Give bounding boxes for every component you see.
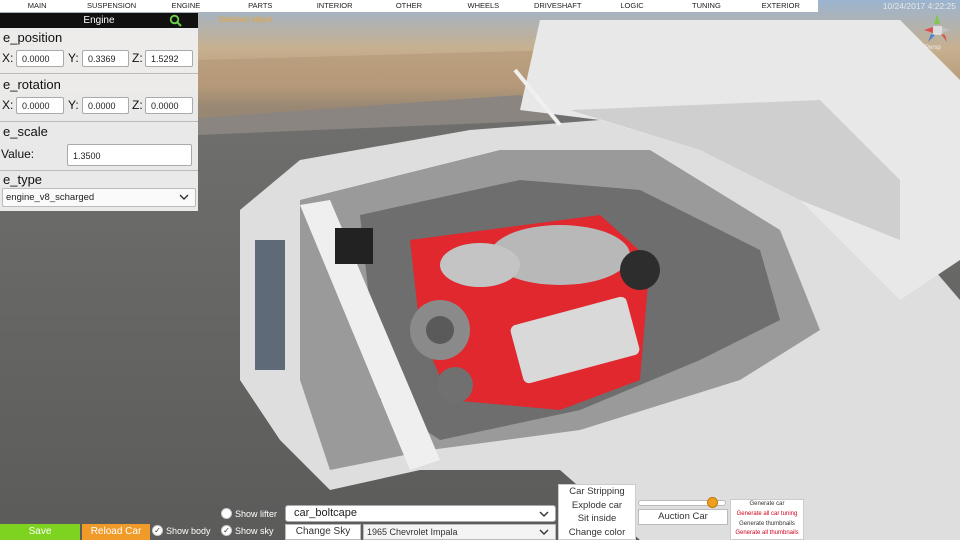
generate-all-thumbnails-button[interactable]: Generate all thumbnails bbox=[731, 529, 803, 539]
tab-exterior[interactable]: EXTERIOR bbox=[744, 0, 818, 12]
position-z-label: Z: bbox=[132, 51, 143, 65]
rotation-x-label: X: bbox=[2, 98, 14, 112]
show-sky-toggle[interactable]: ✓ Show sky bbox=[221, 525, 274, 536]
position-y-field[interactable]: 0.3369 bbox=[82, 50, 129, 67]
main-menu-bar: MAIN SUSPENSION ENGINE PARTS INTERIOR OT… bbox=[0, 0, 818, 12]
rotation-z-label: Z: bbox=[132, 98, 143, 112]
tab-suspension[interactable]: SUSPENSION bbox=[74, 0, 148, 12]
car-actions-menu: Car Stripping Explode car Sit inside Cha… bbox=[558, 484, 636, 540]
reload-car-button[interactable]: Reload Car bbox=[82, 524, 150, 540]
chevron-down-icon bbox=[539, 511, 549, 517]
show-body-label: Show body bbox=[166, 525, 211, 536]
position-y-label: Y: bbox=[68, 51, 79, 65]
selected-object-label: Selected object bbox=[218, 15, 273, 24]
generate-thumbnails-button[interactable]: Generate thumbnails bbox=[731, 520, 803, 530]
value-slider[interactable] bbox=[638, 497, 726, 508]
scale-value-field[interactable]: 1.3500 bbox=[67, 144, 192, 166]
show-lifter-label: Show lifter bbox=[235, 508, 278, 519]
change-color-button[interactable]: Change color bbox=[559, 526, 635, 540]
car-stripping-button[interactable]: Car Stripping bbox=[559, 485, 635, 499]
type-label: e_type bbox=[3, 172, 43, 187]
tab-tuning[interactable]: TUNING bbox=[669, 0, 743, 12]
scale-value-label: Value: bbox=[1, 147, 35, 161]
engine-type-dropdown[interactable]: engine_v8_scharged bbox=[2, 188, 196, 207]
generate-menu: Generate car Generate all car tuning Gen… bbox=[730, 499, 804, 540]
save-button[interactable]: Save bbox=[0, 524, 80, 540]
checkbox-checked-icon: ✓ bbox=[221, 525, 232, 536]
tab-parts[interactable]: PARTS bbox=[223, 0, 297, 12]
car-name-value: car_boltcape bbox=[294, 507, 357, 519]
slider-handle[interactable] bbox=[706, 497, 718, 508]
tab-wheels[interactable]: WHEELS bbox=[446, 0, 520, 12]
position-label: e_position bbox=[3, 30, 63, 45]
generate-car-button[interactable]: Generate car bbox=[731, 500, 803, 510]
chevron-down-icon bbox=[179, 194, 189, 200]
rotation-x-field[interactable]: 0.0000 bbox=[16, 97, 64, 114]
show-sky-label: Show sky bbox=[235, 525, 274, 536]
rotation-y-field[interactable]: 0.0000 bbox=[82, 97, 129, 114]
car-model-selected: 1965 Chevrolet Impala bbox=[367, 527, 458, 537]
tab-logic[interactable]: LOGIC bbox=[595, 0, 669, 12]
datetime-display: 10/24/2017 4:22:25 bbox=[882, 1, 956, 11]
rotation-label: e_rotation bbox=[3, 77, 61, 92]
rotation-z-field[interactable]: 0.0000 bbox=[145, 97, 193, 114]
car-model-dropdown[interactable]: 1965 Chevrolet Impala bbox=[363, 524, 556, 540]
change-sky-button[interactable]: Change Sky bbox=[285, 524, 361, 540]
scale-label: e_scale bbox=[3, 124, 48, 139]
position-z-field[interactable]: 1.5292 bbox=[145, 50, 193, 67]
rotation-y-label: Y: bbox=[68, 98, 79, 112]
show-lifter-toggle[interactable]: Show lifter bbox=[221, 508, 277, 519]
tab-interior[interactable]: INTERIOR bbox=[297, 0, 371, 12]
divider bbox=[0, 121, 198, 122]
generate-all-car-tuning-button[interactable]: Generate all car tuning bbox=[731, 510, 803, 520]
checkbox-checked-icon: ✓ bbox=[152, 525, 163, 536]
panel-header: Engine bbox=[0, 13, 198, 28]
divider bbox=[0, 73, 198, 74]
chevron-down-icon bbox=[539, 529, 549, 535]
tab-main[interactable]: MAIN bbox=[0, 0, 74, 12]
divider bbox=[0, 170, 198, 171]
perspective-label: Persp bbox=[925, 45, 941, 51]
checkbox-unchecked-icon bbox=[221, 508, 232, 519]
search-icon[interactable] bbox=[169, 14, 182, 27]
auction-car-button[interactable]: Auction Car bbox=[638, 509, 728, 525]
position-x-field[interactable]: 0.0000 bbox=[16, 50, 64, 67]
tab-engine[interactable]: ENGINE bbox=[149, 0, 223, 12]
tab-other[interactable]: OTHER bbox=[372, 0, 446, 12]
sit-inside-button[interactable]: Sit inside bbox=[559, 512, 635, 526]
show-body-toggle[interactable]: ✓ Show body bbox=[152, 525, 211, 536]
explode-car-button[interactable]: Explode car bbox=[559, 499, 635, 513]
position-x-label: X: bbox=[2, 51, 14, 65]
car-name-input[interactable]: car_boltcape bbox=[285, 505, 556, 522]
tab-driveshaft[interactable]: DRIVESHAFT bbox=[521, 0, 595, 12]
engine-type-selected: engine_v8_scharged bbox=[6, 192, 95, 203]
engine-properties-panel: Engine e_position X: 0.0000 Y: 0.3369 Z:… bbox=[0, 13, 198, 211]
